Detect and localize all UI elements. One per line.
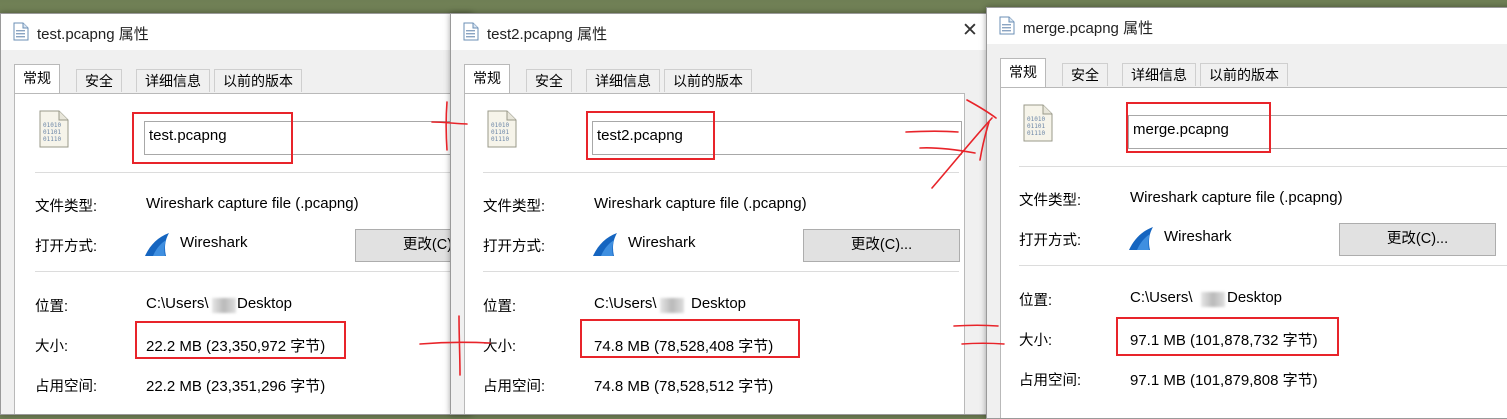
highlight-box-filename [586, 111, 715, 160]
title-bar[interactable]: merge.pcapng 属性 [987, 8, 1507, 44]
disk-size-value: 22.2 MB (23,351,296 字节) [146, 378, 326, 395]
tab-details[interactable]: 详细信息 [1122, 63, 1196, 86]
close-icon[interactable]: ✕ [959, 20, 981, 42]
redacted-username [212, 298, 236, 313]
pcapng-file-icon: 01010 01101 01110 [487, 110, 517, 148]
file-icon [463, 22, 479, 41]
highlight-box-size [580, 319, 800, 358]
file-type-label: 文件类型: [483, 199, 546, 215]
svg-text:01010: 01010 [1027, 116, 1045, 123]
divider [35, 172, 471, 173]
divider [483, 172, 959, 173]
open-with-label: 打开方式: [35, 239, 98, 255]
highlight-box-size [135, 321, 346, 359]
change-button[interactable]: 更改(C)... [1339, 223, 1496, 256]
redacted-username [1201, 292, 1225, 307]
svg-text:01101: 01101 [43, 129, 61, 136]
tab-security[interactable]: 安全 [76, 69, 122, 92]
file-type-value: Wireshark capture file (.pcapng) [1130, 189, 1343, 206]
window-title: test2.pcapng 属性 [487, 26, 608, 43]
highlight-box-filename [132, 112, 293, 164]
disk-size-value: 97.1 MB (101,879,808 字节) [1130, 372, 1318, 389]
highlight-box-filename [1126, 102, 1271, 153]
svg-text:01101: 01101 [491, 129, 509, 136]
tab-details[interactable]: 详细信息 [136, 69, 210, 92]
location-label: 位置: [483, 299, 517, 315]
size-label: 大小: [483, 339, 517, 355]
svg-text:01110: 01110 [43, 136, 61, 143]
window-title: test.pcapng 属性 [37, 26, 149, 43]
window-title: merge.pcapng 属性 [1023, 20, 1154, 37]
file-type-label: 文件类型: [1019, 193, 1082, 209]
divider [35, 271, 471, 272]
file-icon [13, 22, 29, 41]
tab-previous-versions[interactable]: 以前的版本 [214, 69, 302, 92]
divider [483, 271, 959, 272]
file-type-label: 文件类型: [35, 199, 98, 215]
open-with-label: 打开方式: [483, 239, 546, 255]
file-type-value: Wireshark capture file (.pcapng) [146, 195, 359, 212]
open-with-label: 打开方式: [1019, 233, 1082, 249]
wireshark-icon [593, 233, 617, 256]
title-bar[interactable]: test2.pcapng 属性 ✕ [451, 14, 989, 50]
divider [1019, 265, 1507, 266]
location-label: 位置: [1019, 293, 1053, 309]
tab-general[interactable]: 常规 [464, 64, 510, 93]
highlight-box-size [1116, 317, 1339, 356]
location-prefix: C:\Users\ [1130, 289, 1193, 306]
location-suffix: Desktop [237, 295, 293, 312]
tab-general[interactable]: 常规 [1000, 58, 1046, 87]
disk-size-label: 占用空间: [35, 379, 98, 395]
open-with-app: Wireshark [628, 234, 696, 251]
divider [1019, 166, 1507, 167]
disk-size-label: 占用空间: [483, 379, 546, 395]
tab-details[interactable]: 详细信息 [586, 69, 660, 92]
wireshark-icon [145, 233, 169, 256]
open-with-app: Wireshark [1164, 228, 1232, 245]
disk-size-value: 74.8 MB (78,528,512 字节) [594, 378, 774, 395]
wireshark-icon [1129, 227, 1153, 250]
size-label: 大小: [1019, 333, 1053, 349]
svg-text:01010: 01010 [43, 122, 61, 129]
properties-dialog-merge: merge.pcapng 属性 常规 安全 详细信息 以前的版本 01010 0… [986, 7, 1507, 419]
pcapng-file-icon: 01010 01101 01110 [39, 110, 69, 148]
tab-previous-versions[interactable]: 以前的版本 [1200, 63, 1288, 86]
file-icon [999, 16, 1015, 35]
svg-text:01101: 01101 [1027, 123, 1045, 130]
size-label: 大小: [35, 339, 69, 355]
location-suffix: Desktop [1227, 289, 1283, 306]
location-suffix: Desktop [691, 295, 747, 312]
tab-security[interactable]: 安全 [526, 69, 572, 92]
tab-general[interactable]: 常规 [14, 64, 60, 93]
pcapng-file-icon: 01010 01101 01110 [1023, 104, 1053, 142]
title-bar[interactable]: test.pcapng 属性 [1, 14, 471, 50]
tab-security[interactable]: 安全 [1062, 63, 1108, 86]
redacted-username [660, 298, 684, 313]
svg-text:01110: 01110 [1027, 130, 1045, 137]
location-label: 位置: [35, 299, 69, 315]
change-button[interactable]: 更改(C)... [803, 229, 960, 262]
location-prefix: C:\Users\ [146, 295, 209, 312]
location-prefix: C:\Users\ [594, 295, 657, 312]
disk-size-label: 占用空间: [1019, 373, 1082, 389]
tab-previous-versions[interactable]: 以前的版本 [664, 69, 752, 92]
open-with-app: Wireshark [180, 234, 248, 251]
svg-text:01110: 01110 [491, 136, 509, 143]
svg-text:01010: 01010 [491, 122, 509, 129]
file-type-value: Wireshark capture file (.pcapng) [594, 195, 807, 212]
